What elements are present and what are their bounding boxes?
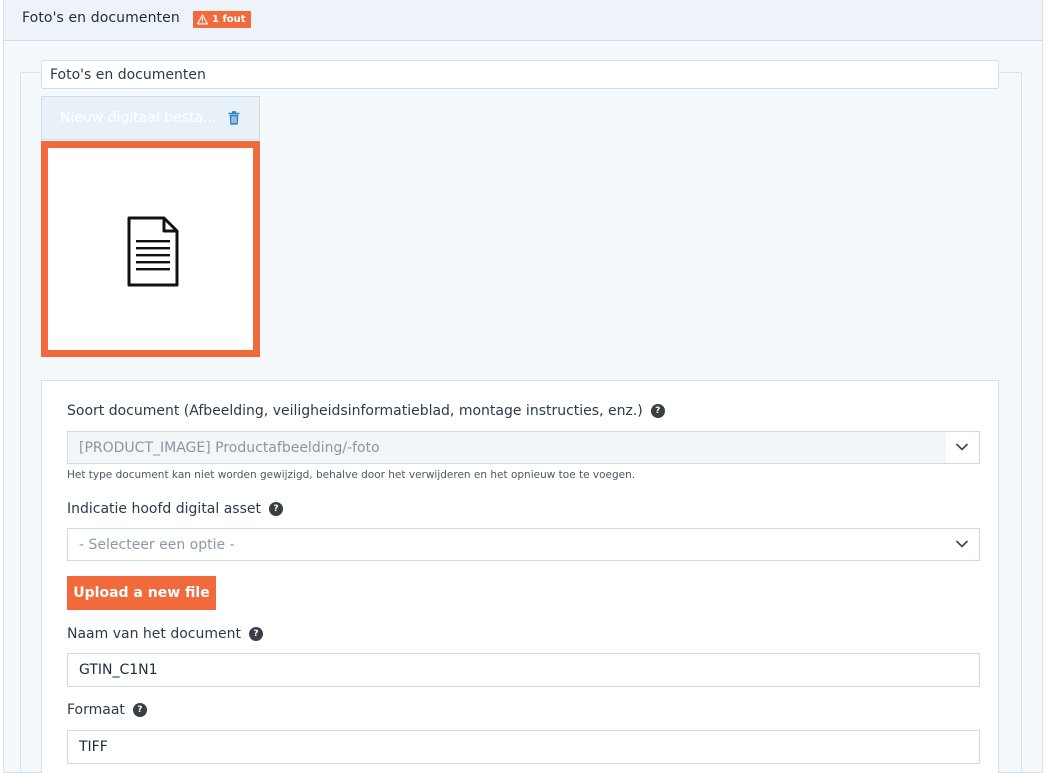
file-card-header[interactable]: Nieuw digitaal besta... bbox=[41, 96, 260, 140]
main-asset-placeholder: - Selecteer een optie - bbox=[79, 537, 235, 553]
page: Foto's en documenten 1 fout Foto's en do… bbox=[0, 0, 1048, 773]
format-input[interactable]: TIFF bbox=[67, 730, 980, 764]
error-badge-text: 1 fout bbox=[212, 14, 246, 25]
document-name-input[interactable]: GTIN_C1N1 bbox=[67, 653, 980, 687]
main-asset-label-text: Indicatie hoofd digital asset bbox=[67, 501, 261, 517]
document-name-value: GTIN_C1N1 bbox=[79, 662, 158, 678]
error-badge: 1 fout bbox=[193, 11, 251, 28]
help-icon[interactable]: ? bbox=[248, 627, 263, 641]
document-type-value: [PRODUCT_IMAGE] Productafbeelding/-foto bbox=[79, 440, 380, 456]
document-name-label: Naam van het document ? bbox=[67, 626, 263, 642]
main-asset-select[interactable]: - Selecteer een optie - bbox=[67, 528, 980, 561]
upload-new-file-button[interactable]: Upload a new file bbox=[67, 576, 216, 610]
document-type-label: Soort document (Afbeelding, veiligheidsi… bbox=[67, 403, 665, 419]
chevron-down-icon bbox=[955, 443, 969, 451]
warning-icon bbox=[197, 14, 208, 25]
main-asset-label: Indicatie hoofd digital asset ? bbox=[67, 501, 283, 517]
trash-icon[interactable] bbox=[228, 111, 240, 125]
format-value: TIFF bbox=[79, 739, 108, 755]
document-icon bbox=[127, 216, 179, 287]
help-icon[interactable]: ? bbox=[132, 703, 147, 717]
document-type-select[interactable]: [PRODUCT_IMAGE] Productafbeelding/-foto bbox=[67, 431, 980, 464]
chevron-down-icon bbox=[955, 540, 969, 548]
document-type-hint: Het type document kan niet worden gewijz… bbox=[67, 469, 636, 481]
file-card-preview[interactable] bbox=[41, 141, 260, 357]
format-label: Formaat ? bbox=[67, 702, 147, 718]
document-name-label-text: Naam van het document bbox=[67, 626, 241, 642]
help-icon[interactable]: ? bbox=[650, 404, 665, 418]
fieldset-legend: Foto's en documenten bbox=[41, 60, 999, 89]
panel-header[interactable]: Foto's en documenten 1 fout bbox=[4, 0, 1042, 41]
file-card-name: Nieuw digitaal besta... bbox=[60, 110, 217, 126]
document-type-label-text: Soort document (Afbeelding, veiligheidsi… bbox=[67, 403, 643, 419]
panel-title: Foto's en documenten bbox=[22, 10, 180, 26]
format-label-text: Formaat bbox=[67, 702, 125, 718]
help-icon[interactable]: ? bbox=[269, 502, 283, 516]
